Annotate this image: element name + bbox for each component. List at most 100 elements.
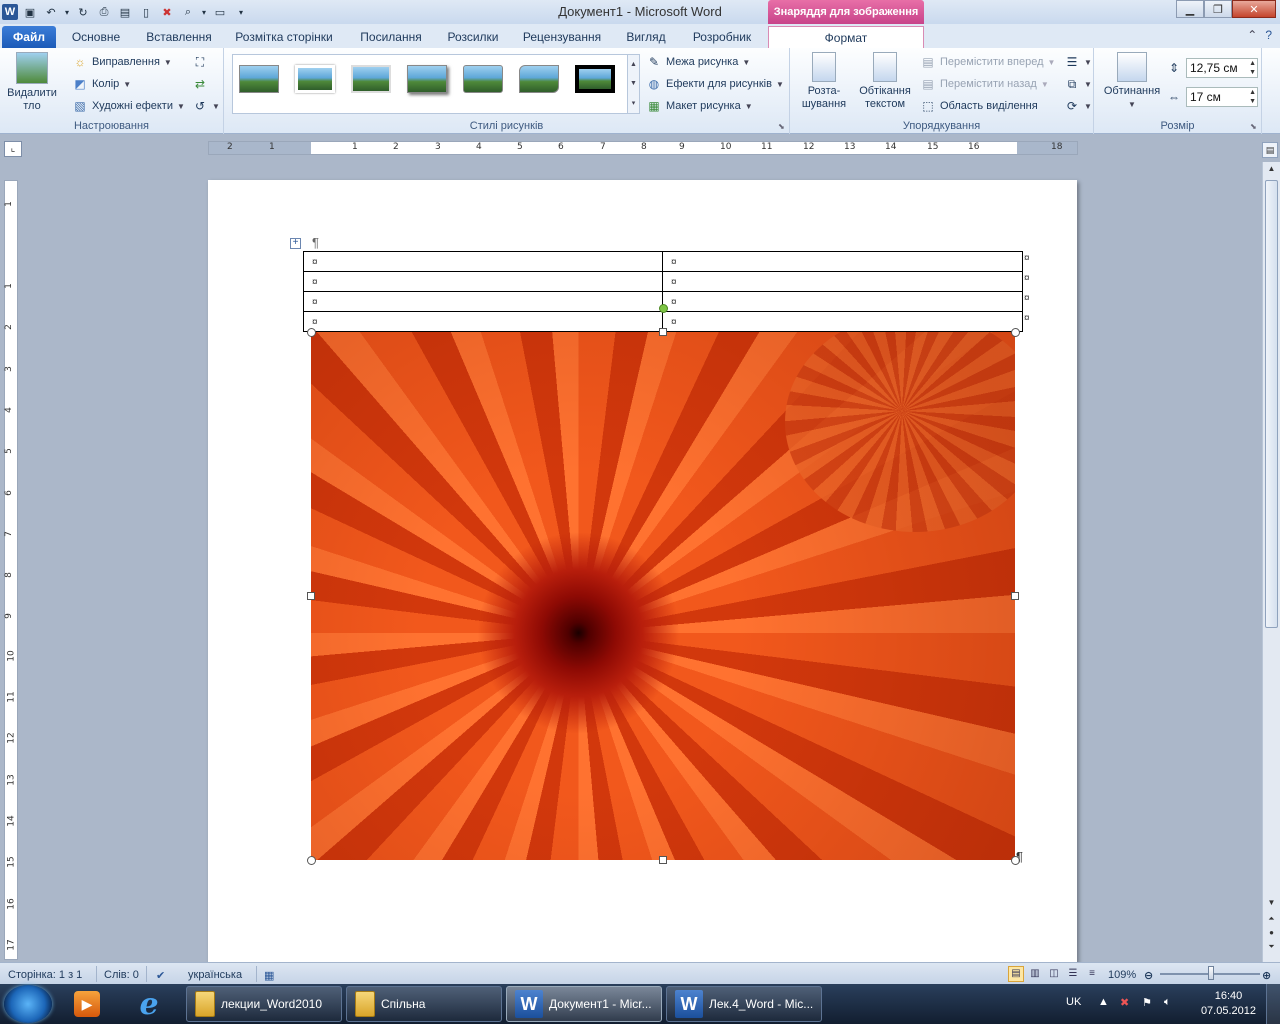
horizontal-ruler[interactable]: 2 1 1 2 3 4 5 6 7 8 9 10 11 12 13 14 15 … <box>208 141 1078 155</box>
dialog-launcher-icon[interactable]: ⬊ <box>778 123 786 131</box>
zoom-slider-thumb[interactable] <box>1208 966 1215 980</box>
table-cell[interactable]: ¤ <box>662 311 1023 332</box>
rotate-button[interactable]: ⟳ ▼ <box>1064 96 1092 116</box>
resize-handle-bottom-left[interactable] <box>307 856 316 865</box>
draft-view-icon[interactable]: ≡ <box>1084 966 1100 982</box>
start-button[interactable] <box>4 985 52 1023</box>
position-button[interactable]: Розта-шування <box>796 52 852 111</box>
gallery-more-icon[interactable]: ▾ <box>632 99 636 107</box>
picture-effects-button[interactable]: ◍ Ефекти для рисунків ▼ <box>646 74 784 94</box>
resize-handle-top[interactable] <box>659 328 667 336</box>
picture-style-2[interactable] <box>293 61 337 97</box>
macro-record-icon[interactable]: ▦ <box>264 967 274 983</box>
corrections-button[interactable]: ☼ Виправлення ▼ <box>72 52 172 72</box>
network-icon[interactable]: ✖ <box>1120 996 1129 1009</box>
print-preview-icon[interactable]: ⎙ <box>95 3 113 21</box>
view-icon[interactable]: ▭ <box>211 3 229 21</box>
tab-references[interactable]: Посилання <box>352 26 430 48</box>
undo-dropdown-icon[interactable]: ▾ <box>63 3 71 21</box>
outline-view-icon[interactable]: ☰ <box>1065 966 1081 982</box>
tray-expand-icon[interactable]: ▲ <box>1098 996 1109 1008</box>
tab-file[interactable]: Файл <box>2 26 56 48</box>
web-layout-icon[interactable]: ◫ <box>1046 966 1062 982</box>
align-button[interactable]: ☰ ▼ <box>1064 52 1092 72</box>
help-icon[interactable]: ? <box>1265 28 1272 42</box>
artistic-effects-button[interactable]: ▧ Художні ефекти ▼ <box>72 96 185 116</box>
picture-style-4[interactable] <box>405 61 449 97</box>
full-screen-reading-icon[interactable]: ▥ <box>1027 966 1043 982</box>
table-cell[interactable]: ¤ <box>303 251 663 272</box>
taskbar-task-lectures[interactable]: лекции_Word2010 <box>186 986 342 1022</box>
zoom-out-icon[interactable]: ⊖ <box>1144 967 1153 983</box>
resize-handle-top-left[interactable] <box>307 328 316 337</box>
tab-view[interactable]: Вигляд <box>618 26 674 48</box>
tab-review[interactable]: Рецензування <box>518 26 606 48</box>
word-count[interactable]: Слів: 0 <box>104 967 139 983</box>
resize-handle-top-right[interactable] <box>1011 328 1020 337</box>
picture-layout-button[interactable]: ▦ Макет рисунка ▼ <box>646 96 752 116</box>
show-desktop-button[interactable] <box>1266 984 1280 1024</box>
tab-home[interactable]: Основне <box>62 26 130 48</box>
redo-icon[interactable]: ↻ <box>74 3 92 21</box>
table-cell[interactable]: ¤ <box>303 291 663 312</box>
compress-pictures-button[interactable]: ⛶ <box>192 52 208 72</box>
taskbar-task-lecture4[interactable]: W Лек.4_Word - Mic... <box>666 986 822 1022</box>
table-cell[interactable]: ¤ <box>662 271 1023 292</box>
remove-background-button[interactable]: Видалити тло <box>4 52 60 113</box>
width-arrows[interactable]: ▲ ▼ <box>1249 88 1256 106</box>
flower-picture[interactable] <box>311 332 1015 860</box>
open-icon[interactable]: ▤ <box>116 3 134 21</box>
input-language[interactable]: UK <box>1066 996 1081 1008</box>
find-dropdown-icon[interactable]: ▾ <box>200 3 208 21</box>
dialog-launcher-icon[interactable]: ⬊ <box>1250 123 1258 131</box>
tab-insert[interactable]: Вставлення <box>140 26 218 48</box>
send-backward-button[interactable]: ▤ Перемістити назад ▼ <box>920 74 1048 94</box>
tab-selector[interactable]: ⌞ <box>4 141 22 157</box>
resize-handle-left[interactable] <box>307 592 315 600</box>
page-count[interactable]: Сторінка: 1 з 1 <box>8 967 82 983</box>
scroll-thumb[interactable] <box>1265 180 1278 628</box>
proofing-icon[interactable]: ✔ <box>156 967 165 983</box>
picture-style-5[interactable] <box>461 61 505 97</box>
resize-handle-bottom[interactable] <box>659 856 667 864</box>
previous-page-icon[interactable]: ⏶ <box>1265 914 1278 928</box>
print-layout-view-icon[interactable]: ▤ <box>1008 966 1024 982</box>
taskbar-task-document1[interactable]: W Документ1 - Micr... <box>506 986 662 1022</box>
clock[interactable]: 16:40 07.05.2012 <box>1201 989 1256 1019</box>
minimize-button[interactable]: ▁ <box>1176 0 1204 18</box>
scroll-down-icon[interactable]: ▼ <box>1265 898 1278 912</box>
volume-icon[interactable]: 🔈︎ <box>1164 996 1171 1009</box>
crop-button[interactable]: Обтинання ▼ <box>1098 52 1166 111</box>
picture-style-1[interactable] <box>237 61 281 97</box>
internet-explorer-icon[interactable]: e <box>122 987 176 1022</box>
language-indicator[interactable]: українська <box>188 967 242 983</box>
group-objects-button[interactable]: ⧉ ▼ <box>1064 74 1092 94</box>
tab-page-layout[interactable]: Розмітка сторінки <box>228 26 340 48</box>
picture-style-3[interactable] <box>349 61 393 97</box>
table-cell[interactable]: ¤ <box>662 251 1023 272</box>
new-document-icon[interactable]: ▯ <box>137 3 155 21</box>
tab-mailings[interactable]: Розсилки <box>440 26 506 48</box>
reset-picture-button[interactable]: ↺ ▼ <box>192 96 220 116</box>
vertical-ruler[interactable]: 1 1 2 3 4 5 6 7 8 9 10 11 12 13 14 15 16… <box>4 180 18 960</box>
picture-style-6[interactable] <box>517 61 561 97</box>
wrap-text-button[interactable]: Обтікання текстом <box>854 52 916 111</box>
browse-object-icon[interactable]: ● <box>1265 928 1278 942</box>
rotate-handle[interactable] <box>659 304 668 313</box>
word-logo-icon[interactable]: W <box>2 4 18 20</box>
close-document-icon[interactable]: ✖ <box>158 3 176 21</box>
taskbar-task-shared[interactable]: Спільна <box>346 986 502 1022</box>
tab-format[interactable]: Формат <box>768 26 924 48</box>
color-button[interactable]: ◩ Колір ▼ <box>72 74 131 94</box>
view-ruler-button[interactable]: ▤ <box>1262 142 1278 158</box>
gallery-down-icon[interactable]: ▼ <box>630 80 637 87</box>
action-center-icon[interactable]: ⚑ <box>1142 996 1152 1009</box>
picture-border-button[interactable]: ✎ Межа рисунка ▼ <box>646 52 750 72</box>
save-icon[interactable]: ▣ <box>21 3 39 21</box>
restore-button[interactable]: ❐ <box>1204 0 1232 18</box>
next-page-icon[interactable]: ⏷ <box>1265 942 1278 956</box>
width-input[interactable] <box>1186 87 1258 107</box>
find-icon[interactable]: ⌕ <box>179 3 197 21</box>
height-input[interactable] <box>1186 58 1258 78</box>
table-cell[interactable]: ¤ <box>303 271 663 292</box>
